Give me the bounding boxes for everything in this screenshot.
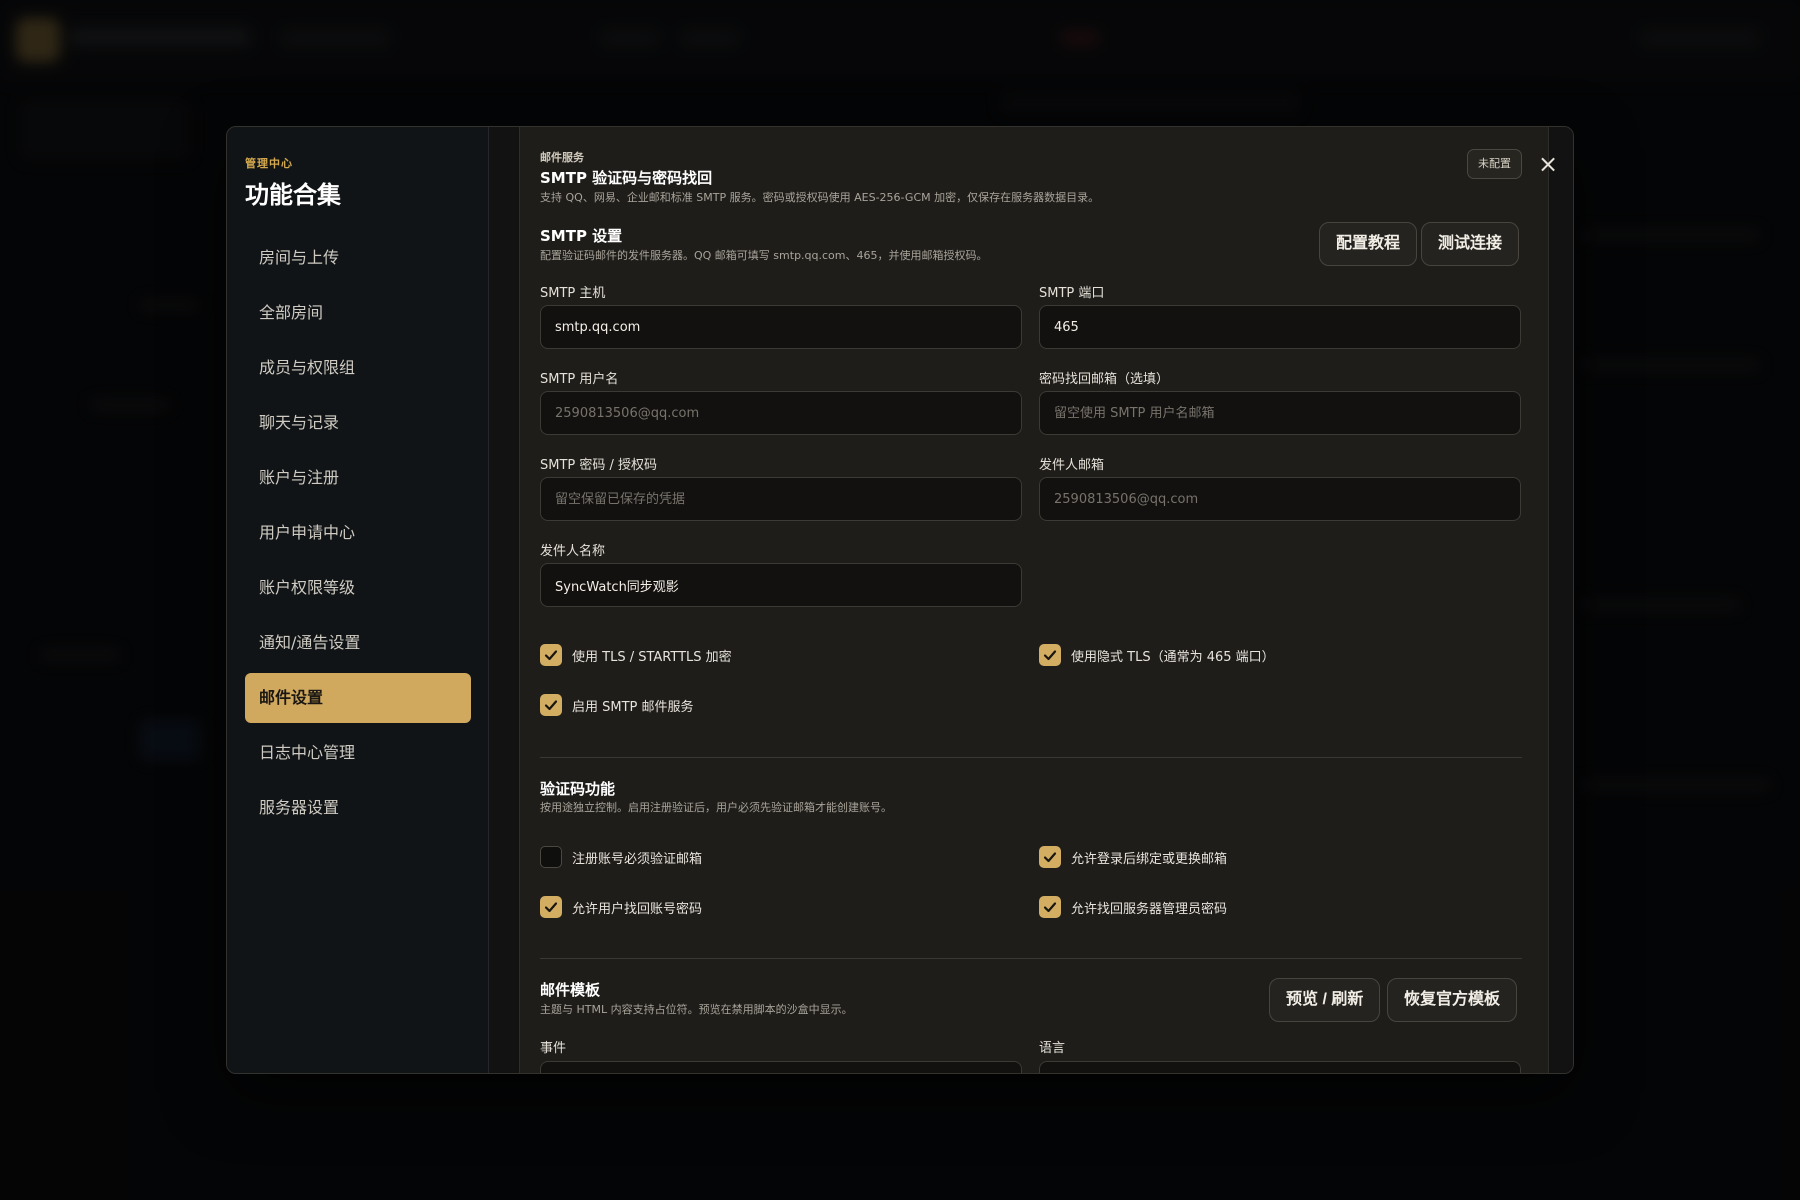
close-icon[interactable]: × (1533, 149, 1563, 179)
admin-modal: 管理中心 功能合集 房间与上传 全部房间 成员与权限组 聊天与记录 账户与注册 … (226, 126, 1574, 1074)
sidebar-item-rooms-upload[interactable]: 房间与上传 (245, 233, 471, 283)
check-icon (544, 700, 558, 711)
sidebar-eyebrow: 管理中心 (245, 157, 293, 170)
preview-refresh-button[interactable]: 预览 / 刷新 (1269, 978, 1381, 1022)
bind-email-checkbox-row[interactable]: 允许登录后绑定或更换邮箱 (1039, 846, 1227, 868)
implicit-tls-checkbox-label: 使用隐式 TLS（通常为 465 端口） (1071, 649, 1275, 665)
register-verify-checkbox-row[interactable]: 注册账号必须验证邮箱 (540, 846, 702, 868)
smtp-host-input[interactable] (540, 305, 1022, 349)
tutorial-button[interactable]: 配置教程 (1319, 222, 1418, 266)
enable-smtp-checkbox-label: 启用 SMTP 邮件服务 (572, 699, 694, 715)
sidebar-item-all-rooms[interactable]: 全部房间 (245, 288, 471, 338)
page-description: 支持 QQ、网易、企业邮和标准 SMTP 服务。密码或授权码使用 AES-256… (540, 191, 1100, 204)
sidebar-item-members-groups[interactable]: 成员与权限组 (245, 343, 471, 393)
mail-settings-panel[interactable]: 邮件服务 SMTP 验证码与密码找回 支持 QQ、网易、企业邮和标准 SMTP … (519, 127, 1549, 1073)
recover-user-checkbox[interactable] (540, 896, 562, 918)
page-title: SMTP 验证码与密码找回 (540, 169, 713, 187)
sidebar-item-server-settings[interactable]: 服务器设置 (245, 783, 471, 833)
smtp-section-description: 配置验证码邮件的发件服务器。QQ 邮箱可填写 smtp.qq.com、465，并… (540, 249, 988, 262)
sender-name-input[interactable] (540, 563, 1022, 607)
section-divider (540, 757, 1522, 758)
language-select[interactable] (1039, 1061, 1521, 1073)
sidebar-item-user-requests[interactable]: 用户申请中心 (245, 508, 471, 558)
verification-section-description: 按用途独立控制。启用注册验证后，用户必须先验证邮箱才能创建账号。 (540, 801, 892, 814)
smtp-host-label: SMTP 主机 (540, 286, 606, 301)
test-connection-button[interactable]: 测试连接 (1421, 222, 1520, 266)
sender-name-label: 发件人名称 (540, 544, 606, 559)
implicit-tls-checkbox-row[interactable]: 使用隐式 TLS（通常为 465 端口） (1039, 644, 1275, 666)
check-icon (544, 902, 558, 913)
check-icon (1043, 650, 1057, 661)
tls-checkbox-label: 使用 TLS / STARTTLS 加密 (572, 649, 732, 665)
check-icon (544, 650, 558, 661)
smtp-username-input[interactable] (540, 391, 1022, 435)
bind-email-checkbox-label: 允许登录后绑定或更换邮箱 (1071, 851, 1228, 867)
tls-checkbox[interactable] (540, 644, 562, 666)
verification-section-title: 验证码功能 (540, 780, 616, 798)
sidebar-item-account-levels[interactable]: 账户权限等级 (245, 563, 471, 613)
tls-checkbox-row[interactable]: 使用 TLS / STARTTLS 加密 (540, 644, 732, 666)
implicit-tls-checkbox[interactable] (1039, 644, 1061, 666)
recover-admin-checkbox[interactable] (1039, 896, 1061, 918)
sidebar-item-accounts-registration[interactable]: 账户与注册 (245, 453, 471, 503)
language-label: 语言 (1039, 1041, 1066, 1056)
template-section-title: 邮件模板 (540, 981, 601, 999)
bind-email-checkbox[interactable] (1039, 846, 1061, 868)
smtp-password-label: SMTP 密码 / 授权码 (540, 458, 658, 473)
register-verify-checkbox[interactable] (540, 846, 562, 868)
sidebar: 管理中心 功能合集 房间与上传 全部房间 成员与权限组 聊天与记录 账户与注册 … (227, 127, 489, 1073)
sidebar-title: 功能合集 (245, 181, 341, 209)
smtp-section-title: SMTP 设置 (540, 227, 623, 245)
enable-smtp-checkbox-row[interactable]: 启用 SMTP 邮件服务 (540, 694, 694, 716)
recover-user-checkbox-label: 允许用户找回账号密码 (572, 901, 703, 917)
sender-email-label: 发件人邮箱 (1039, 458, 1105, 473)
template-section-description: 主题与 HTML 内容支持占位符。预览在禁用脚本的沙盒中显示。 (540, 1003, 853, 1016)
check-icon (1043, 852, 1057, 863)
recover-admin-checkbox-label: 允许找回服务器管理员密码 (1071, 901, 1228, 917)
sidebar-nav: 房间与上传 全部房间 成员与权限组 聊天与记录 账户与注册 用户申请中心 账户权… (245, 233, 471, 838)
sidebar-item-chat-records[interactable]: 聊天与记录 (245, 398, 471, 448)
sidebar-item-notifications[interactable]: 通知/通告设置 (245, 618, 471, 668)
restore-template-button[interactable]: 恢复官方模板 (1387, 978, 1518, 1022)
sender-email-input[interactable] (1039, 477, 1521, 521)
smtp-password-input[interactable] (540, 477, 1022, 521)
recovery-email-label: 密码找回邮箱（选填） (1039, 372, 1170, 387)
recovery-email-input[interactable] (1039, 391, 1521, 435)
register-verify-checkbox-label: 注册账号必须验证邮箱 (572, 851, 703, 867)
event-label: 事件 (540, 1041, 567, 1056)
event-select[interactable] (540, 1061, 1022, 1073)
section-divider (540, 958, 1522, 959)
check-icon (1043, 902, 1057, 913)
recover-user-checkbox-row[interactable]: 允许用户找回账号密码 (540, 896, 702, 918)
section-eyebrow: 邮件服务 (540, 151, 584, 164)
recover-admin-checkbox-row[interactable]: 允许找回服务器管理员密码 (1039, 896, 1227, 918)
smtp-port-input[interactable] (1039, 305, 1521, 349)
smtp-port-label: SMTP 端口 (1039, 286, 1105, 301)
content-area: 邮件服务 SMTP 验证码与密码找回 支持 QQ、网易、企业邮和标准 SMTP … (489, 127, 1573, 1073)
sidebar-item-mail-settings[interactable]: 邮件设置 (245, 673, 471, 723)
smtp-username-label: SMTP 用户名 (540, 372, 619, 387)
status-badge: 未配置 (1467, 149, 1522, 179)
enable-smtp-checkbox[interactable] (540, 694, 562, 716)
sidebar-item-log-center[interactable]: 日志中心管理 (245, 728, 471, 778)
